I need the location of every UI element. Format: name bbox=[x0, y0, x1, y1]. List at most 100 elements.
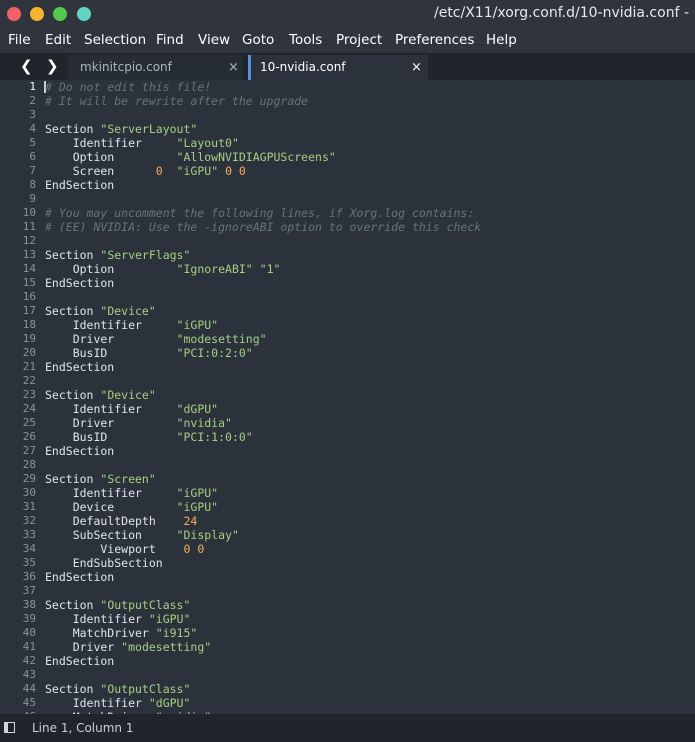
code-line[interactable]: Screen 0 "iGPU" 0 0 bbox=[45, 164, 481, 178]
code-line[interactable]: Identifier "Layout0" bbox=[45, 136, 481, 150]
menu-preferences[interactable]: Preferences bbox=[395, 32, 474, 48]
tab-10-nvidia-conf[interactable]: 10-nvidia.conf × bbox=[248, 55, 428, 80]
code-line[interactable]: Section "OutputClass" bbox=[45, 598, 481, 612]
tab-mkinitcpio-conf[interactable]: mkinitcpio.conf × bbox=[68, 55, 243, 80]
line-number: 4 bbox=[29, 122, 36, 135]
menu-goto[interactable]: Goto bbox=[242, 32, 274, 48]
code-line[interactable]: EndSubSection bbox=[45, 556, 481, 570]
close-window-button[interactable] bbox=[7, 7, 21, 21]
code-line[interactable]: EndSection bbox=[45, 570, 481, 584]
code-line[interactable]: Option "AllowNVIDIAGPUScreens" bbox=[45, 150, 481, 164]
line-number: 22 bbox=[22, 374, 36, 387]
close-tab-icon[interactable]: × bbox=[228, 60, 239, 75]
line-number: 28 bbox=[22, 458, 36, 471]
tab-label: mkinitcpio.conf bbox=[80, 60, 172, 74]
menu-find[interactable]: Find bbox=[156, 32, 184, 48]
code-line[interactable] bbox=[45, 192, 481, 206]
line-number: 5 bbox=[29, 136, 36, 149]
code-line[interactable]: Device "iGPU" bbox=[45, 500, 481, 514]
code-line[interactable]: MatchDriver "i915" bbox=[45, 626, 481, 640]
code-token: "PCI:0:2:0" bbox=[176, 346, 253, 360]
code-line[interactable]: Option "IgnoreABI" "1" bbox=[45, 262, 481, 276]
code-line[interactable] bbox=[45, 290, 481, 304]
code-token: "Device" bbox=[100, 304, 156, 318]
code-line[interactable]: BusID "PCI:0:2:0" bbox=[45, 346, 481, 360]
code-token: Section bbox=[45, 122, 101, 136]
status-bar: Line 1, Column 1 bbox=[0, 714, 695, 742]
line-number: 1 bbox=[29, 80, 36, 93]
code-line[interactable]: Driver "nvidia" bbox=[45, 416, 481, 430]
code-line[interactable]: Identifier "iGPU" bbox=[45, 486, 481, 500]
code-line[interactable]: Section "OutputClass" bbox=[45, 682, 481, 696]
code-token: "AllowNVIDIAGPUScreens" bbox=[176, 150, 336, 164]
line-number: 2 bbox=[29, 94, 36, 107]
code-token: Section bbox=[45, 388, 101, 402]
code-line[interactable]: Identifier "iGPU" bbox=[45, 318, 481, 332]
code-line[interactable]: Section "ServerFlags" bbox=[45, 248, 481, 262]
close-tab-icon[interactable]: × bbox=[411, 60, 422, 75]
code-line[interactable]: EndSection bbox=[45, 444, 481, 458]
tab-label: 10-nvidia.conf bbox=[260, 60, 346, 74]
code-line[interactable]: EndSection bbox=[45, 654, 481, 668]
code-line[interactable]: EndSection bbox=[45, 360, 481, 374]
code-line[interactable] bbox=[45, 458, 481, 472]
minimize-window-button[interactable] bbox=[30, 7, 44, 21]
code-token: # Do not edit this file! bbox=[45, 80, 212, 94]
code-token: EndSection bbox=[45, 444, 115, 458]
menu-edit[interactable]: Edit bbox=[45, 32, 71, 48]
line-number: 3 bbox=[29, 108, 36, 121]
code-editor[interactable]: 1 2 3 4 5 6 7 8 9 10 11 12 13 14 15 16 17 18 19 20 21 22 23 24 2… bbox=[0, 80, 695, 714]
forward-arrow-icon[interactable]: ❯ bbox=[46, 57, 59, 75]
code-line[interactable] bbox=[45, 108, 481, 122]
menu-view[interactable]: View bbox=[198, 32, 230, 48]
menu-help[interactable]: Help bbox=[486, 32, 517, 48]
code-line[interactable]: DefaultDepth 24 bbox=[45, 514, 481, 528]
code-line[interactable]: Viewport 0 0 bbox=[45, 542, 481, 556]
code-line[interactable]: Section "ServerLayout" bbox=[45, 122, 481, 136]
line-number: 42 bbox=[22, 654, 36, 667]
code-line[interactable]: SubSection "Display" bbox=[45, 528, 481, 542]
code-line[interactable]: Driver "modesetting" bbox=[45, 640, 481, 654]
menu-project[interactable]: Project bbox=[336, 32, 382, 48]
code-line[interactable]: Identifier "dGPU" bbox=[45, 402, 481, 416]
code-token: "iGPU" bbox=[176, 486, 219, 500]
window-title: /etc/X11/xorg.conf.d/10-nvidia.conf - bbox=[433, 5, 689, 21]
panel-toggle-icon[interactable] bbox=[4, 722, 15, 733]
code-line[interactable]: # It will be rewrite after the upgrade bbox=[45, 94, 481, 108]
code-line[interactable] bbox=[45, 234, 481, 248]
code-line[interactable]: BusID "PCI:1:0:0" bbox=[45, 430, 481, 444]
menu-tools[interactable]: Tools bbox=[289, 32, 322, 48]
code-line[interactable]: Identifier "iGPU" bbox=[45, 612, 481, 626]
line-number: 9 bbox=[29, 192, 36, 205]
code-line[interactable]: Section "Screen" bbox=[45, 472, 481, 486]
line-number: 15 bbox=[22, 276, 36, 289]
code-line[interactable] bbox=[45, 668, 481, 682]
code-line[interactable]: EndSection bbox=[45, 276, 481, 290]
back-arrow-icon[interactable]: ❮ bbox=[20, 57, 33, 75]
code-area[interactable]: # Do not edit this file! # It will be rew… bbox=[45, 80, 481, 714]
code-line[interactable] bbox=[45, 584, 481, 598]
code-line[interactable]: Driver "modesetting" bbox=[45, 332, 481, 346]
menu-file[interactable]: File bbox=[8, 32, 31, 48]
code-line[interactable] bbox=[45, 374, 481, 388]
fullscreen-window-button[interactable] bbox=[77, 7, 91, 21]
code-token: "modesetting" bbox=[176, 332, 267, 346]
code-line[interactable]: Section "Device" bbox=[45, 304, 481, 318]
code-token: "iGPU" bbox=[176, 164, 219, 178]
line-number: 26 bbox=[22, 430, 36, 443]
line-number: 45 bbox=[22, 696, 36, 709]
code-line[interactable]: EndSection bbox=[45, 178, 481, 192]
code-line[interactable]: # Do not edit this file! bbox=[45, 80, 481, 94]
code-token: "dGPU" bbox=[148, 696, 191, 710]
code-token: Viewport bbox=[45, 542, 184, 556]
maximize-window-button[interactable] bbox=[53, 7, 67, 21]
code-line[interactable]: # You may uncomment the following lines,… bbox=[45, 206, 481, 220]
code-line[interactable]: # (EE) NVIDIA: Use the -ignoreABI option… bbox=[45, 220, 481, 234]
code-token: Section bbox=[45, 304, 101, 318]
code-line[interactable]: Identifier "dGPU" bbox=[45, 696, 481, 710]
line-number: 41 bbox=[22, 640, 36, 653]
code-token: Identifier bbox=[45, 696, 149, 710]
code-token: Device bbox=[45, 500, 177, 514]
menu-selection[interactable]: Selection bbox=[84, 32, 146, 48]
code-line[interactable]: Section "Device" bbox=[45, 388, 481, 402]
